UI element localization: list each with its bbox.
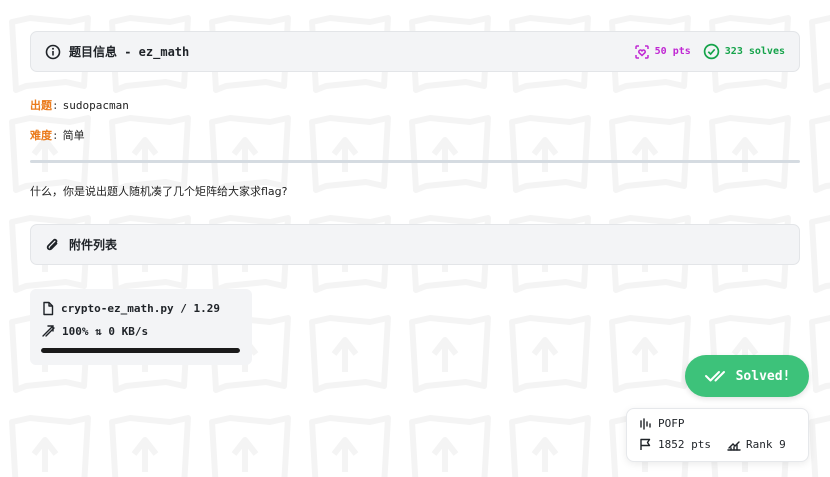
user-name: POFP [658,417,685,430]
author-colon: : [52,99,59,112]
solved-label: Solved! [735,368,791,384]
attachment-card[interactable]: crypto-ez_math.py / 1.29 100% ⇅ 0 KB/s [30,289,252,365]
user-rank-text: Rank 9 [745,438,786,451]
difficulty-line: 难度: 简单 [30,127,85,143]
solves-badge: 323 solves [703,43,785,60]
challenge-title: 题目信息 - ez_math [69,45,190,59]
file-icon [41,301,55,316]
points-badge: 50 pts [634,44,691,60]
challenge-description: 什么，你是说出题人随机凑了几个矩阵给大家求flag? [30,185,288,198]
download-progress-fill [41,348,240,353]
rank-chart-icon [727,439,741,451]
paperclip-icon [45,237,61,253]
download-arrows-icon [41,324,56,338]
flag-icon [639,438,652,451]
difficulty-label: 难度 [30,129,52,142]
author-value: sudopacman [62,99,129,112]
attachment-status: 100% ⇅ 0 KB/s [62,324,149,338]
solves-text: 323 solves [724,46,785,57]
attachment-status-row: 100% ⇅ 0 KB/s [41,324,241,338]
section-divider [30,160,800,163]
points-text: 50 pts [654,46,691,57]
heart-scan-icon [634,44,650,60]
download-progress-bar [41,348,240,353]
user-rank: Rank 9 [727,438,786,451]
info-icon [45,44,61,60]
user-points: 1852 pts [658,438,711,451]
attachments-header: 附件列表 [30,224,800,265]
attachment-file-name[interactable]: crypto-ez_math.py / 1.29 [61,302,220,315]
difficulty-colon: : [52,129,59,142]
double-check-icon [704,369,728,383]
challenge-info-header: 题目信息 - ez_math 50 pts 323 solves [30,31,800,72]
user-name-row: POFP [639,417,796,430]
author-line: 出题: sudopacman [30,97,129,113]
signal-icon [639,417,652,430]
user-stats-row: 1852 pts Rank 9 [639,438,796,451]
user-card: POFP 1852 pts Rank 9 [626,408,809,462]
solved-button[interactable]: Solved! [685,355,809,397]
check-circle-icon [703,43,720,60]
attachment-file-row[interactable]: crypto-ez_math.py / 1.29 [41,301,241,316]
difficulty-value: 简单 [62,129,85,142]
author-label: 出题 [30,99,52,112]
attachments-title: 附件列表 [69,238,118,252]
